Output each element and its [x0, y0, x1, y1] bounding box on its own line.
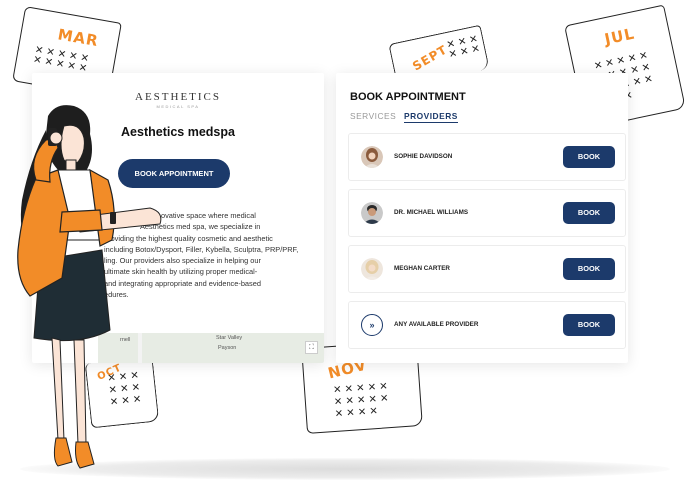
- map-label: Star Valley: [216, 335, 243, 341]
- calendar-month: JUL: [602, 24, 637, 49]
- fullscreen-icon[interactable]: ⛶: [305, 341, 318, 354]
- book-provider-button[interactable]: BOOK: [563, 258, 615, 280]
- book-provider-button[interactable]: BOOK: [563, 314, 615, 336]
- map-label: Payson: [218, 345, 237, 351]
- provider-row[interactable]: SOPHIE DAVIDSON BOOK: [348, 133, 626, 181]
- booking-panel: BOOK APPOINTMENT SERVICES PROVIDERS SOPH…: [336, 73, 628, 363]
- woman-on-phone-illustration: [17, 105, 162, 469]
- provider-name: ANY AVAILABLE PROVIDER: [394, 321, 479, 328]
- book-provider-button[interactable]: BOOK: [563, 146, 615, 168]
- avatar: [361, 146, 383, 168]
- provider-row[interactable]: MEGHAN CARTER BOOK: [348, 245, 626, 293]
- tab-providers[interactable]: PROVIDERS: [404, 111, 458, 123]
- calendar-month: SEPT: [410, 42, 450, 74]
- calendar-marks: ✕ ✕ ✕ ✕ ✕ ✕: [445, 33, 481, 61]
- avatar: [361, 202, 383, 224]
- provider-row[interactable]: » ANY AVAILABLE PROVIDER BOOK: [348, 301, 626, 349]
- calendar-marks: ✕ ✕ ✕ ✕ ✕ ✕ ✕ ✕ ✕ ✕: [32, 44, 90, 75]
- provider-row[interactable]: DR. MICHAEL WILLIAMS BOOK: [348, 189, 626, 237]
- booking-title: BOOK APPOINTMENT: [350, 91, 466, 103]
- provider-name: SOPHIE DAVIDSON: [394, 153, 453, 160]
- provider-name: DR. MICHAEL WILLIAMS: [394, 209, 469, 216]
- calendar-marks: ✕ ✕ ✕ ✕ ✕ ✕ ✕ ✕ ✕ ✕ ✕ ✕ ✕ ✕: [332, 381, 389, 420]
- provider-name: MEGHAN CARTER: [394, 265, 450, 272]
- any-provider-icon: »: [361, 314, 383, 336]
- avatar: [361, 258, 383, 280]
- book-provider-button[interactable]: BOOK: [563, 202, 615, 224]
- calendar-month: MAR: [56, 25, 100, 51]
- tab-services[interactable]: SERVICES: [350, 111, 396, 121]
